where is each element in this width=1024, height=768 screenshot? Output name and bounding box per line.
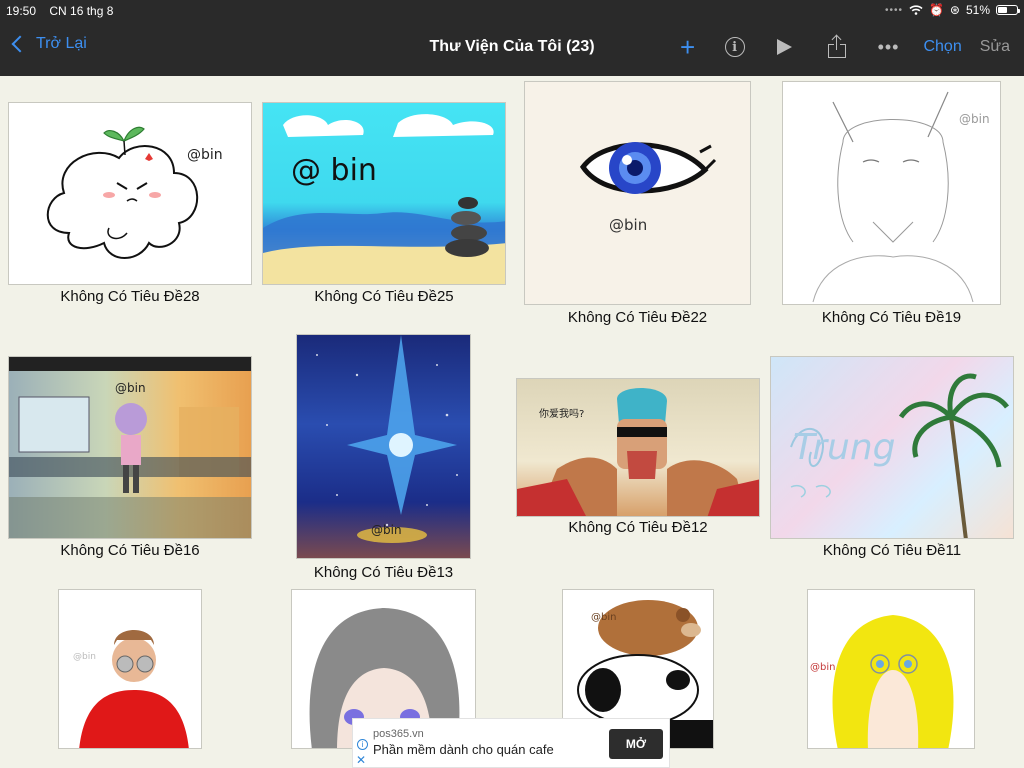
status-bar: 19:50 CN 16 thg 8 •••• ⏰ ⊛ 51% — [0, 0, 1024, 22]
artwork-thumbnail[interactable]: @bin — [807, 589, 975, 749]
back-button[interactable]: Trở Lại — [10, 35, 87, 53]
status-right: •••• ⏰ ⊛ 51% — [884, 3, 1020, 17]
artwork-thumbnail[interactable]: 你爱我吗? — [516, 378, 760, 517]
add-button[interactable]: + — [673, 34, 703, 60]
page-title: Thư Viện Của Tôi (23) — [429, 38, 595, 55]
art-signature: @bin — [959, 112, 990, 126]
artwork-thumbnail[interactable]: Trung — [770, 356, 1014, 539]
artwork-thumbnail[interactable]: @bin — [524, 81, 751, 305]
alarm-icon: ⏰ — [928, 3, 944, 17]
art-signature: @bin — [810, 662, 836, 673]
art-signature: @bin — [187, 147, 223, 163]
art-lettering: Trung — [793, 427, 896, 468]
battery-icon — [996, 5, 1020, 15]
share-icon — [827, 36, 846, 58]
artwork-title: Không Có Tiêu Đề11 — [822, 542, 962, 559]
status-time: 19:50 — [6, 4, 37, 18]
art-signature: @bin — [609, 216, 648, 234]
rotation-lock-icon: ⊛ — [949, 3, 960, 17]
battery-percent: 51% — [965, 3, 990, 17]
artwork-thumbnail[interactable]: @bin — [782, 81, 1001, 305]
artwork-title: Không Có Tiêu Đề12 — [568, 519, 708, 536]
select-button[interactable]: Chọn — [923, 34, 961, 60]
more-icon[interactable]: ••• — [878, 34, 900, 60]
nav-bar: Trở Lại Thư Viện Của Tôi (23) + i ••• Ch… — [0, 22, 1024, 76]
artwork-title: Không Có Tiêu Đề25 — [314, 288, 454, 305]
artwork-gallery: @bin Không Có Tiêu Đề28 @ bin Không Có T… — [0, 76, 1024, 768]
battery-fill — [998, 7, 1008, 13]
seascape-art — [263, 114, 505, 284]
artwork-title: Không Có Tiêu Đề16 — [60, 542, 200, 559]
ad-text: Phần mềm dành cho quán cafe — [373, 742, 554, 757]
ad-info-icon[interactable]: i — [357, 739, 368, 750]
art-speech-text: 你爱我吗? — [539, 409, 585, 420]
ad-open-button[interactable]: MỞ — [609, 729, 663, 759]
man-portrait-art — [79, 630, 189, 748]
artwork-title: Không Có Tiêu Đề22 — [567, 309, 708, 326]
art-signature: @bin — [73, 652, 96, 662]
ad-source: pos365.vn — [373, 728, 424, 740]
play-icon — [776, 39, 792, 55]
ad-banner[interactable]: i ✕ pos365.vn Phần mềm dành cho quán caf… — [352, 718, 670, 768]
play-button[interactable] — [776, 34, 828, 60]
artwork-thumbnail[interactable]: @ bin — [262, 102, 506, 285]
artwork-title: Không Có Tiêu Đề13 — [313, 564, 454, 581]
art-signature: @bin — [371, 523, 402, 537]
nav-actions: + i ••• Chọn Sửa — [673, 34, 1010, 60]
info-icon[interactable]: i — [724, 37, 745, 57]
close-icon[interactable]: ✕ — [356, 753, 366, 767]
art-signature: @bin — [591, 612, 617, 623]
artwork-thumbnail[interactable]: @bin — [8, 356, 252, 539]
artwork-thumbnail[interactable]: @bin — [296, 334, 471, 559]
wifi-icon — [909, 5, 923, 15]
cloud-creature-art — [46, 126, 199, 259]
anime-eye-art — [579, 142, 717, 194]
cellular-dots-icon: •••• — [884, 4, 903, 16]
status-left: 19:50 CN 16 thg 8 — [6, 4, 123, 18]
artwork-title: Không Có Tiêu Đề19 — [821, 309, 962, 326]
art-signature: @ bin — [291, 153, 377, 188]
artwork-thumbnail[interactable]: @bin — [8, 102, 252, 285]
share-button[interactable] — [827, 34, 878, 60]
franky-character-art — [517, 387, 759, 516]
chevron-left-icon — [11, 35, 29, 53]
art-signature: @bin — [115, 381, 146, 395]
status-date: CN 16 thg 8 — [49, 4, 114, 18]
edit-button[interactable]: Sửa — [980, 34, 1010, 60]
artwork-thumbnail[interactable]: @bin — [58, 589, 202, 749]
artwork-title: Không Có Tiêu Đề28 — [60, 288, 200, 305]
back-label: Trở Lại — [36, 35, 87, 52]
